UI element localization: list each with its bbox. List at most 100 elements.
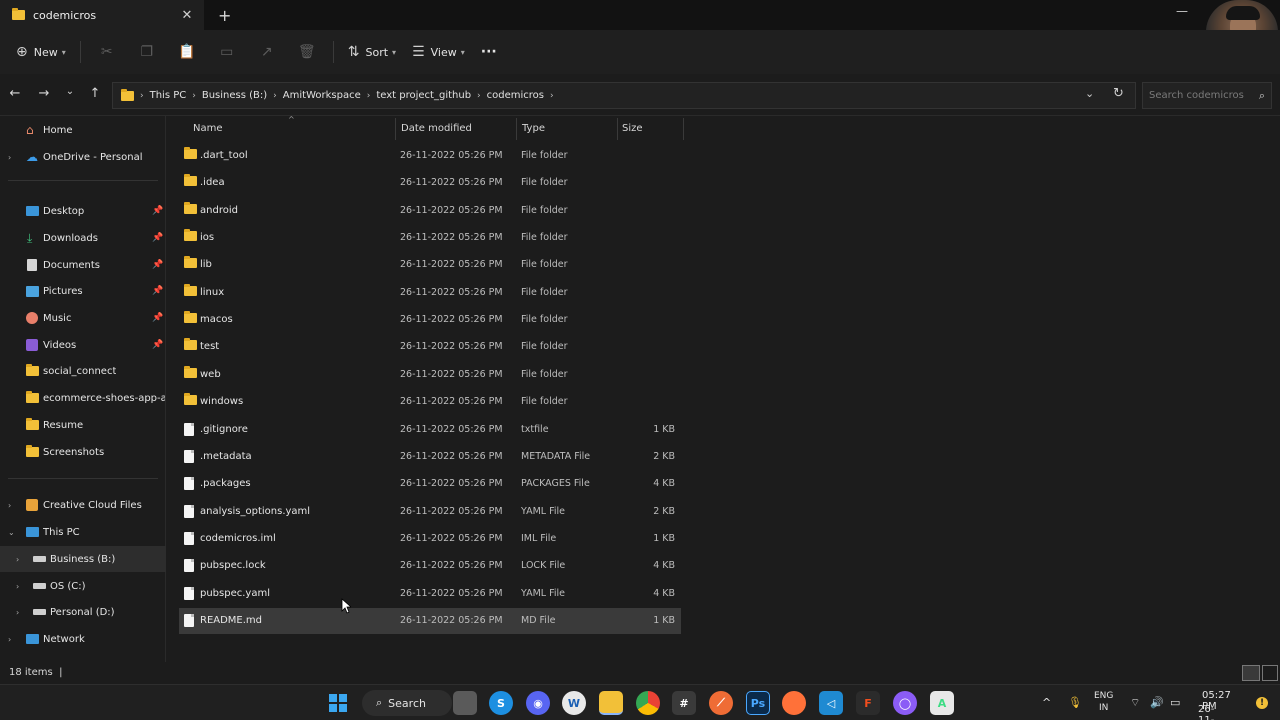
file-row[interactable]: web 26-11-2022 05:26 PM File folder [179, 362, 681, 388]
breadcrumb-this-pc[interactable]: This PC [150, 90, 187, 101]
taskbar-search[interactable]: ⌕ Search [362, 690, 452, 716]
file-row[interactable]: macos 26-11-2022 05:26 PM File folder [179, 307, 681, 333]
delete-icon[interactable]: 🗑 [287, 44, 327, 60]
sidebar-item-ecommerce-shoes[interactable]: ecommerce-shoes-app-asse [0, 385, 166, 411]
tab-close-button[interactable]: ✕ [176, 8, 198, 23]
clock-date[interactable]: 26-11-2022 [1198, 704, 1223, 720]
details-view-button[interactable] [1242, 665, 1260, 681]
sidebar-item-onedrive[interactable]: › ☁ OneDrive - Personal [0, 144, 166, 170]
chrome-icon[interactable] [636, 691, 660, 715]
breadcrumb-text-project-github[interactable]: text project_github [376, 90, 471, 101]
sidebar-item-home[interactable]: ⌂ Home [0, 117, 166, 143]
file-row[interactable]: windows 26-11-2022 05:26 PM File folder [179, 389, 681, 415]
file-row[interactable]: codemicros.iml 26-11-2022 05:26 PM IML Fil… [179, 526, 681, 552]
sidebar-item-personal-drive[interactable]: › Personal (D:) [0, 599, 166, 625]
refresh-icon[interactable]: ↻ [1113, 86, 1124, 101]
show-hidden-icons-chevron-icon[interactable]: ^ [1042, 696, 1051, 709]
notification-icon[interactable]: ! [1256, 697, 1268, 709]
file-row[interactable]: .metadata 26-11-2022 05:26 PM METADATA Fil… [179, 444, 681, 470]
expand-chevron-icon[interactable]: › [8, 635, 11, 644]
breadcrumb-business-drive[interactable]: Business (B:) [202, 90, 267, 101]
language-indicator[interactable]: ENG IN [1094, 690, 1113, 714]
breadcrumb-codemicros[interactable]: codemicros [487, 90, 544, 101]
discord-icon[interactable]: ◉ [526, 691, 550, 715]
github-desktop-icon[interactable]: ◯ [893, 691, 917, 715]
new-button[interactable]: ⊕ New ▾ [8, 38, 74, 66]
vscode-icon[interactable]: ◁ [819, 691, 843, 715]
task-view-icon[interactable] [453, 691, 477, 715]
sidebar-item-business-drive[interactable]: › Business (B:) [0, 546, 166, 572]
sidebar-item-os-drive[interactable]: › OS (C:) [0, 573, 166, 599]
address-history-chevron-icon[interactable]: ⌄ [1085, 87, 1094, 100]
sidebar-item-creative-cloud[interactable]: › Creative Cloud Files [0, 492, 166, 518]
rename-icon[interactable]: ▭ [207, 44, 247, 60]
volume-icon[interactable]: 🔊 [1150, 696, 1164, 709]
new-tab-button[interactable]: + [218, 6, 231, 25]
file-row[interactable]: pubspec.yaml 26-11-2022 05:26 PM YAML File… [179, 581, 681, 607]
sidebar-item-music[interactable]: Music 📌 [0, 305, 166, 331]
sidebar-item-this-pc[interactable]: ⌄ This PC [0, 519, 166, 545]
sidebar-item-social-connect[interactable]: social_connect [0, 358, 166, 384]
cut-icon[interactable]: ✂ [87, 44, 127, 60]
column-date-modified[interactable]: Date modified [401, 123, 472, 134]
slack-icon[interactable]: # [672, 691, 696, 715]
sidebar-item-screenshots[interactable]: Screenshots [0, 439, 166, 465]
file-row[interactable]: .gitignore 26-11-2022 05:26 PM txtfile 1 KB [179, 417, 681, 443]
search-input[interactable]: Search codemicros ⌕ [1142, 82, 1272, 109]
sidebar-item-network[interactable]: › Network [0, 626, 166, 652]
minimize-button[interactable]: — [1176, 4, 1188, 18]
file-row[interactable]: .dart_tool 26-11-2022 05:26 PM File folder [179, 143, 681, 169]
copy-icon[interactable]: ❐ [127, 44, 167, 60]
file-row[interactable]: README.md 26-11-2022 05:26 PM MD File 1 KB [179, 607, 681, 634]
sidebar-item-desktop[interactable]: Desktop 📌 [0, 198, 166, 224]
postman-icon[interactable]: ⟋ [709, 691, 733, 715]
column-type[interactable]: Type [522, 123, 545, 134]
recent-locations-chevron-icon[interactable]: ⌄ [60, 86, 80, 97]
file-row[interactable]: test 26-11-2022 05:26 PM File folder [179, 334, 681, 360]
file-explorer-icon[interactable] [599, 691, 623, 715]
figma-icon[interactable]: F [856, 691, 880, 715]
battery-icon[interactable]: ▭ [1170, 696, 1180, 709]
tab-codemicros[interactable]: codemicros ✕ [0, 0, 204, 30]
forward-arrow-icon[interactable]: → [34, 86, 54, 101]
expand-chevron-icon[interactable]: › [8, 153, 11, 162]
file-row[interactable]: linux 26-11-2022 05:26 PM File folder [179, 280, 681, 306]
sidebar-item-resume[interactable]: Resume [0, 412, 166, 438]
photoshop-icon[interactable]: Ps [746, 691, 770, 715]
column-size[interactable]: Size [622, 123, 643, 134]
more-options-button[interactable]: ··· [473, 38, 505, 66]
share-icon[interactable]: ↗ [247, 44, 287, 60]
file-row[interactable]: analysis_options.yaml 26-11-2022 05:26 PM… [179, 499, 681, 525]
expand-chevron-icon[interactable]: › [16, 582, 19, 591]
tiles-view-button[interactable] [1262, 665, 1278, 681]
file-row[interactable]: lib 26-11-2022 05:26 PM File folder [179, 252, 681, 278]
back-arrow-icon[interactable]: ← [5, 86, 25, 101]
wifi-icon[interactable]: ⌔ [1130, 696, 1140, 710]
file-row[interactable]: android 26-11-2022 05:26 PM File folder [179, 198, 681, 224]
sidebar-item-pictures[interactable]: Pictures 📌 [0, 278, 166, 304]
file-row[interactable]: ios 26-11-2022 05:26 PM File folder [179, 225, 681, 251]
sidebar-item-documents[interactable]: Documents 📌 [0, 252, 166, 278]
expand-chevron-icon[interactable]: › [16, 608, 19, 617]
column-name[interactable]: Name [193, 123, 223, 134]
up-arrow-icon[interactable]: ↑ [85, 86, 105, 101]
breadcrumb-amitworkspace[interactable]: AmitWorkspace [283, 90, 361, 101]
sort-button[interactable]: ⇅ Sort ▾ [340, 38, 404, 66]
microphone-icon[interactable]: 🎙 [1068, 696, 1082, 709]
collapse-chevron-icon[interactable]: ⌄ [8, 528, 15, 537]
sidebar-item-downloads[interactable]: ⤓ Downloads 📌 [0, 225, 166, 251]
address-bar[interactable]: › This PC › Business (B:) › AmitWorkspac… [112, 82, 1136, 109]
skype-icon[interactable]: S [489, 691, 513, 715]
whatsapp-icon[interactable]: W [562, 691, 586, 715]
expand-chevron-icon[interactable]: › [16, 555, 19, 564]
firefox-icon[interactable] [782, 691, 806, 715]
file-row[interactable]: pubspec.lock 26-11-2022 05:26 PM LOCK File… [179, 553, 681, 579]
paste-icon[interactable]: 📋 [167, 44, 207, 60]
start-icon[interactable] [326, 691, 350, 715]
android-studio-icon[interactable]: A [930, 691, 954, 715]
sidebar-item-videos[interactable]: Videos 📌 [0, 332, 166, 358]
view-button[interactable]: ☰ View ▾ [404, 38, 473, 66]
file-row[interactable]: .idea 26-11-2022 05:26 PM File folder [179, 170, 681, 196]
file-row[interactable]: .packages 26-11-2022 05:26 PM PACKAGES Fil… [179, 471, 681, 497]
expand-chevron-icon[interactable]: › [8, 501, 11, 510]
